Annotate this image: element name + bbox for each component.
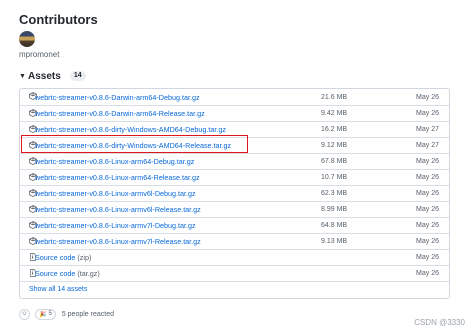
asset-row[interactable]: webrtc-streamer-v0.8.6-Darwin-arm64-Rele…	[20, 105, 449, 121]
asset-row[interactable]: webrtc-streamer-v0.8.6-Linux-arm64-Relea…	[20, 169, 449, 185]
assets-title: Assets	[28, 70, 61, 82]
asset-row[interactable]: webrtc-streamer-v0.8.6-Linux-arm64-Debug…	[20, 153, 449, 169]
asset-link[interactable]: webrtc-streamer-v0.8.6-dirty-Windows-AMD…	[35, 125, 226, 134]
asset-link[interactable]: webrtc-streamer-v0.8.6-Linux-arm64-Debug…	[35, 157, 194, 166]
contributor-username[interactable]: mpromonet	[19, 50, 59, 59]
asset-row[interactable]: webrtc-streamer-v0.8.6-Linux-armv6l-Debu…	[20, 185, 449, 201]
asset-date: May 26	[416, 190, 439, 197]
asset-date: May 27	[416, 142, 439, 149]
asset-row[interactable]: webrtc-streamer-v0.8.6-dirty-Windows-AMD…	[20, 121, 449, 137]
asset-row[interactable]: webrtc-streamer-v0.8.6-Darwin-arm64-Debu…	[20, 89, 449, 105]
asset-row[interactable]: webrtc-streamer-v0.8.6-Linux-armv7l-Debu…	[20, 217, 449, 233]
asset-date: May 26	[416, 158, 439, 165]
asset-date: May 27	[416, 126, 439, 133]
asset-row[interactable]: webrtc-streamer-v0.8.6-Linux-armv6l-Rele…	[20, 201, 449, 217]
show-all-row: Show all 14 assets	[20, 281, 449, 297]
hooray-icon: 🎉	[39, 311, 47, 318]
contributors-heading: Contributors	[19, 12, 98, 27]
source-row[interactable]: Source code (zip) May 26	[20, 249, 449, 265]
asset-link[interactable]: webrtc-streamer-v0.8.6-Linux-armv6l-Debu…	[35, 189, 196, 198]
reactions-summary: 5 people reacted	[61, 310, 114, 318]
asset-date: May 26	[416, 110, 439, 117]
source-link[interactable]: Source code (zip)	[35, 253, 91, 262]
source-format: (tar.gz)	[77, 269, 100, 278]
source-link[interactable]: Source code (tar.gz)	[35, 269, 100, 278]
asset-size: 62.3 MB	[321, 190, 348, 197]
asset-link[interactable]: webrtc-streamer-v0.8.6-Linux-armv7l-Debu…	[35, 221, 196, 230]
asset-date: May 26	[416, 93, 439, 101]
caret-down-icon: ▼	[19, 72, 26, 80]
asset-date: May 26	[416, 238, 439, 245]
asset-link[interactable]: webrtc-streamer-v0.8.6-Linux-armv7l-Rele…	[35, 237, 201, 246]
asset-date: May 26	[416, 222, 439, 229]
asset-size: 9.42 MB	[321, 110, 348, 117]
source-label: Source code	[35, 253, 76, 262]
asset-size: 21.6 MB	[321, 93, 348, 101]
asset-size: 9.13 MB	[321, 238, 348, 245]
show-all-assets-link[interactable]: Show all 14 assets	[29, 286, 87, 293]
source-format: (zip)	[77, 253, 92, 262]
asset-size: 16.2 MB	[321, 126, 348, 133]
source-row[interactable]: Source code (tar.gz) May 26	[20, 265, 449, 281]
asset-date: May 26	[416, 174, 439, 181]
asset-date: May 26	[416, 206, 439, 213]
asset-link[interactable]: webrtc-streamer-v0.8.6-Linux-arm64-Relea…	[35, 173, 200, 182]
assets-list: webrtc-streamer-v0.8.6-Darwin-arm64-Debu…	[19, 88, 450, 299]
asset-link[interactable]: webrtc-streamer-v0.8.6-Linux-armv6l-Rele…	[35, 205, 201, 214]
asset-size: 10.7 MB	[321, 174, 348, 181]
assets-count-badge: 14	[69, 71, 86, 81]
reaction-button[interactable]: 🎉 5	[35, 308, 56, 320]
asset-row[interactable]: webrtc-streamer-v0.8.6-Linux-armv7l-Rele…	[20, 233, 449, 249]
avatar[interactable]	[19, 31, 35, 47]
smiley-icon[interactable]: ☺	[19, 308, 30, 320]
assets-header[interactable]: ▼ Assets 14	[19, 70, 86, 82]
asset-row[interactable]: webrtc-streamer-v0.8.6-dirty-Windows-AMD…	[20, 137, 449, 153]
asset-size: 9.12 MB	[321, 142, 348, 149]
asset-link[interactable]: webrtc-streamer-v0.8.6-dirty-Windows-AMD…	[35, 141, 231, 150]
asset-link[interactable]: webrtc-streamer-v0.8.6-Darwin-arm64-Rele…	[35, 109, 205, 118]
reaction-count: 5	[48, 311, 52, 317]
asset-size: 8.99 MB	[321, 206, 348, 213]
source-label: Source code	[35, 269, 76, 278]
reactions-bar: ☺ 🎉 5 5 people reacted	[19, 307, 114, 321]
asset-size: 67.8 MB	[321, 158, 348, 165]
watermark: CSDN @3330	[414, 318, 465, 327]
source-date: May 26	[416, 270, 439, 277]
asset-link[interactable]: webrtc-streamer-v0.8.6-Darwin-arm64-Debu…	[35, 93, 200, 102]
asset-size: 64.8 MB	[321, 222, 348, 229]
source-date: May 26	[416, 254, 439, 261]
